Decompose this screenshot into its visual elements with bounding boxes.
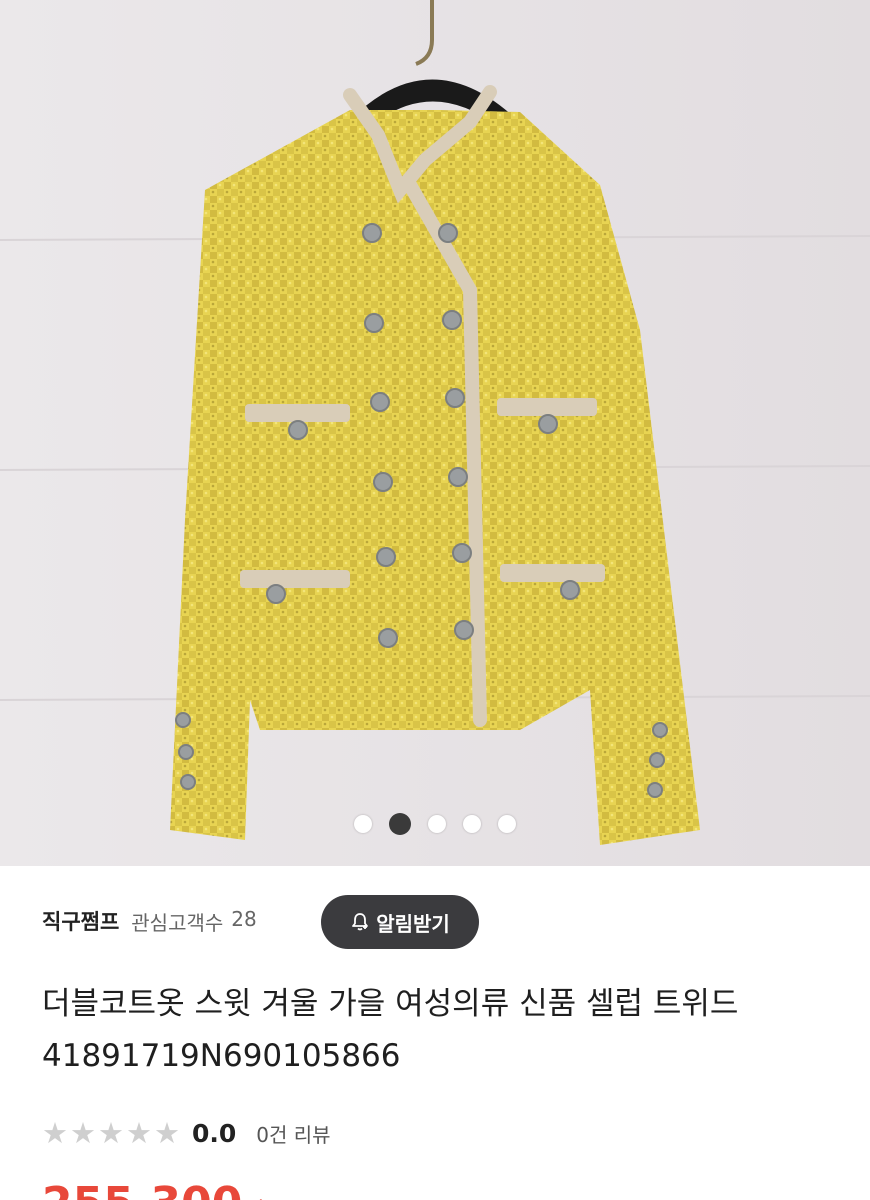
star-icon: ★ (126, 1115, 152, 1150)
star-icon: ★ (98, 1115, 124, 1150)
carousel-dot-active[interactable] (389, 813, 411, 835)
rating-score: 0.0 (192, 1118, 237, 1148)
seller-info: 직구쩜프 관심고객수 28 알림받기 (42, 893, 828, 949)
price-value: 255,300 (42, 1178, 242, 1200)
carousel-dot[interactable] (463, 815, 481, 833)
followers-label: 관심고객수 (131, 910, 224, 935)
followers-count: 28 (231, 906, 257, 931)
alarm-button[interactable]: 알림받기 (321, 895, 479, 949)
star-icon: ★ (70, 1115, 96, 1150)
rating[interactable]: ★ ★ ★ ★ ★ 0.0 0건 리뷰 (42, 1113, 331, 1153)
seller-name[interactable]: 직구쩜프 (42, 906, 119, 936)
product-image[interactable] (0, 0, 870, 866)
alarm-button-label: 알림받기 (376, 911, 450, 936)
followers-info: 관심고객수 28 (131, 907, 256, 936)
price: 255,300 원 (42, 1178, 265, 1200)
bell-plus-icon (352, 913, 369, 931)
carousel-dot[interactable] (498, 815, 516, 833)
carousel-dot[interactable] (428, 815, 446, 833)
product-title: 더블코트옷 스윗 겨울 가을 여성의류 신품 셀럽 트위드 41891719N6… (42, 986, 739, 1074)
star-rating: ★ ★ ★ ★ ★ (42, 1115, 180, 1150)
price-unit: 원 (244, 1193, 264, 1200)
carousel-indicator[interactable] (0, 813, 870, 835)
tweed-jacket-photo (0, 0, 870, 866)
star-icon: ★ (42, 1115, 68, 1150)
review-count[interactable]: 0건 리뷰 (256, 1119, 330, 1148)
star-icon: ★ (154, 1115, 180, 1150)
carousel-dot[interactable] (354, 815, 372, 833)
